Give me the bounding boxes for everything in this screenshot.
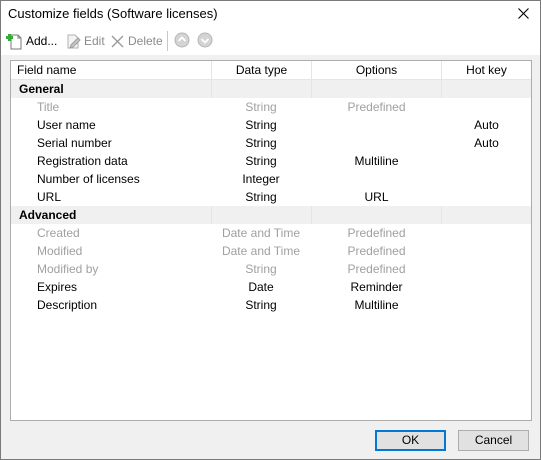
toolbar: Add... Edit Delete xyxy=(1,27,540,55)
column-header-hot-key[interactable]: Hot key xyxy=(442,61,531,79)
field-name: Modified xyxy=(37,244,83,258)
column-header-label: Options xyxy=(355,63,398,77)
field-type: String xyxy=(245,262,277,276)
list-item[interactable]: Created Date and Time Predefined xyxy=(11,224,531,242)
close-icon xyxy=(518,8,529,19)
move-down-button[interactable] xyxy=(197,32,213,51)
field-type: Date xyxy=(248,280,274,294)
window-title: Customize fields (Software licenses) xyxy=(8,6,218,21)
close-button[interactable] xyxy=(506,1,540,27)
field-name: Modified by xyxy=(37,262,99,276)
arrow-up-circle-icon xyxy=(174,32,190,48)
field-options: Multiline xyxy=(354,298,399,312)
group-label: General xyxy=(19,82,64,96)
field-type: String xyxy=(245,154,277,168)
list-item[interactable]: Description String Multiline xyxy=(11,296,531,314)
edit-button[interactable]: Edit xyxy=(65,31,105,51)
field-name: Registration data xyxy=(37,154,128,168)
field-name: Description xyxy=(37,298,98,312)
field-options: URL xyxy=(364,190,389,204)
dialog-window: Customize fields (Software licenses) Add… xyxy=(0,0,541,460)
add-button[interactable]: Add... xyxy=(6,31,57,51)
add-document-icon xyxy=(6,33,22,49)
field-options: Predefined xyxy=(347,262,406,276)
field-name: Title xyxy=(37,100,60,114)
field-options: Predefined xyxy=(347,100,406,114)
column-header-field-name[interactable]: Field name xyxy=(11,61,212,79)
delete-button-label: Delete xyxy=(128,34,163,48)
list-item[interactable]: Registration data String Multiline xyxy=(11,152,531,170)
column-header-label: Hot key xyxy=(466,63,507,77)
field-type: Date and Time xyxy=(221,244,301,258)
field-type: Date and Time xyxy=(221,226,301,240)
column-header-options[interactable]: Options xyxy=(312,61,442,79)
ok-button[interactable]: OK xyxy=(375,430,446,451)
list-item[interactable]: Title String Predefined xyxy=(11,98,531,116)
list-item[interactable]: Expires Date Reminder xyxy=(11,278,531,296)
edit-button-label: Edit xyxy=(84,34,105,48)
group-label: Advanced xyxy=(19,208,77,222)
field-type: String xyxy=(245,100,277,114)
group-header-advanced[interactable]: Advanced xyxy=(11,206,531,224)
toolbar-separator xyxy=(167,31,168,51)
column-header-data-type[interactable]: Data type xyxy=(212,61,312,79)
field-type: String xyxy=(245,118,277,132)
move-up-button[interactable] xyxy=(174,32,190,51)
field-name: User name xyxy=(37,118,96,132)
cancel-button[interactable]: Cancel xyxy=(458,430,529,451)
group-header-general[interactable]: General xyxy=(11,80,531,98)
delete-button[interactable]: Delete xyxy=(110,31,163,51)
field-name: Created xyxy=(37,226,80,240)
field-type: String xyxy=(245,298,277,312)
field-type: String xyxy=(245,190,277,204)
field-hotkey: Auto xyxy=(474,136,499,150)
list-header: Field name Data type Options Hot key xyxy=(11,61,531,80)
field-name: Serial number xyxy=(37,136,112,150)
fields-list[interactable]: Field name Data type Options Hot key Gen… xyxy=(10,60,532,421)
title-bar: Customize fields (Software licenses) xyxy=(1,1,540,27)
list-item[interactable]: Serial number String Auto xyxy=(11,134,531,152)
field-options: Reminder xyxy=(350,280,403,294)
list-body: General Title String Predefined User nam… xyxy=(11,80,531,314)
field-options: Predefined xyxy=(347,226,406,240)
column-header-label: Data type xyxy=(235,63,288,77)
list-item[interactable]: Modified by String Predefined xyxy=(11,260,531,278)
x-delete-icon xyxy=(111,35,124,47)
field-options: Multiline xyxy=(354,154,399,168)
pencil-icon xyxy=(67,34,81,49)
field-hotkey: Auto xyxy=(474,118,499,132)
list-item[interactable]: URL String URL xyxy=(11,188,531,206)
field-name: URL xyxy=(37,190,62,204)
add-button-label: Add... xyxy=(26,34,58,48)
list-item[interactable]: Number of licenses Integer xyxy=(11,170,531,188)
column-header-label: Field name xyxy=(17,63,77,77)
field-type: Integer xyxy=(242,172,280,186)
field-name: Expires xyxy=(37,280,78,294)
arrow-down-circle-icon xyxy=(197,32,213,48)
field-type: String xyxy=(245,136,277,150)
list-item[interactable]: User name String Auto xyxy=(11,116,531,134)
field-options: Predefined xyxy=(347,244,406,258)
field-name: Number of licenses xyxy=(37,172,140,186)
list-item[interactable]: Modified Date and Time Predefined xyxy=(11,242,531,260)
